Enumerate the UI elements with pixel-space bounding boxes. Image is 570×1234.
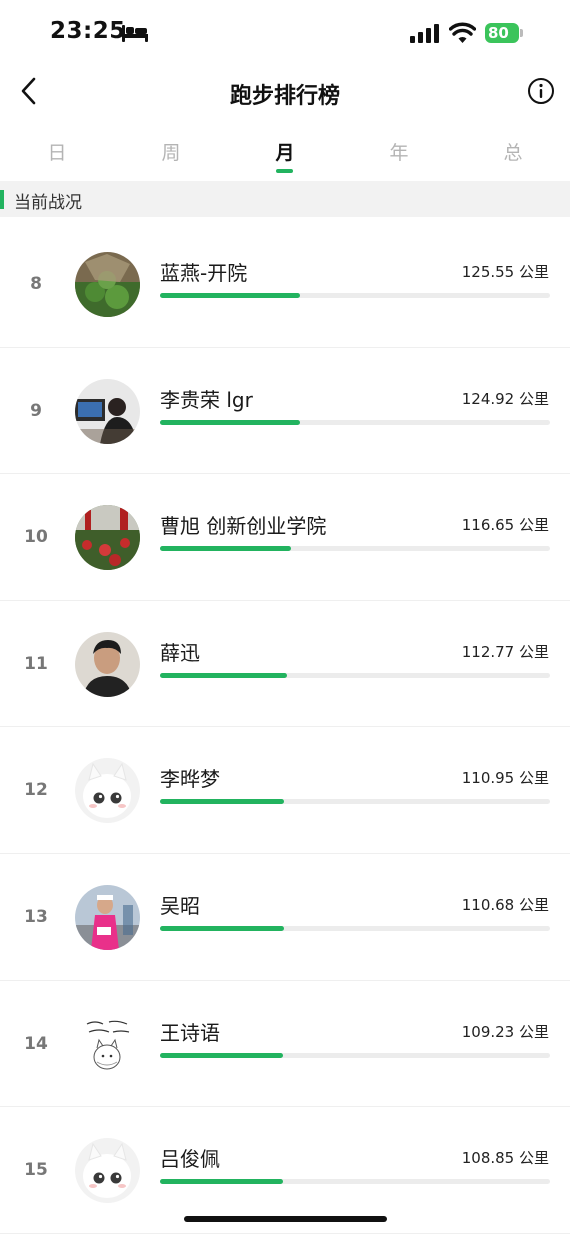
ranking-row[interactable]: 9 李贵荣 lgr 124.92 公里 [0, 348, 570, 475]
ranking-row[interactable]: 11 薛迅 112.77 公里 [0, 601, 570, 728]
section-title: 当前战况 [14, 193, 82, 213]
user-name: 李晔梦 [160, 767, 220, 792]
runner-photo-avatar[interactable] [75, 884, 140, 950]
rank-number: 14 [24, 1033, 48, 1054]
distance-value: 112.77 公里 [461, 642, 549, 661]
period-tabs: 日 周 月 年 总 [0, 128, 570, 180]
distance-value: 124.92 公里 [461, 389, 549, 408]
battery-indicator: 80 [485, 23, 523, 43]
user-name: 曹旭 创新创业学院 [160, 514, 327, 539]
rank-number: 15 [24, 1160, 48, 1181]
progress-fill [160, 672, 287, 678]
ranking-row[interactable]: 8 蓝燕-开院 125.55 公里 [0, 221, 570, 348]
progress-fill [160, 1179, 283, 1185]
rank-number: 13 [24, 906, 48, 927]
progress-fill [160, 546, 291, 552]
section-accent-bar [0, 190, 4, 209]
user-name: 吴昭 [160, 893, 200, 918]
office-photo-avatar[interactable] [75, 378, 140, 444]
rank-number: 10 [24, 527, 48, 548]
active-tab-indicator [276, 169, 293, 173]
user-name: 王诗语 [160, 1020, 220, 1045]
progress-track [160, 1179, 550, 1185]
tab-year[interactable]: 年 [342, 138, 456, 165]
default-cartoon-avatar[interactable] [75, 1138, 140, 1204]
ranking-row[interactable]: 10 曹旭 创新创业学院 116.65 公里 [0, 474, 570, 601]
ranking-list: 8 蓝燕-开院 125.55 公里 9 李贵荣 lgr 124.92 公里 10 曹旭 创新创… [0, 221, 570, 1234]
rank-number: 9 [30, 400, 42, 421]
battery-level: 80 [488, 24, 509, 42]
progress-fill [160, 293, 301, 298]
progress-track [160, 293, 550, 298]
user-name: 蓝燕-开院 [160, 261, 248, 285]
status-bar: 23:25 80 [0, 0, 570, 66]
wifi-icon [449, 22, 476, 43]
tab-day[interactable]: 日 [0, 138, 114, 165]
rank-number: 11 [24, 653, 48, 674]
progress-fill [160, 925, 285, 931]
tab-month[interactable]: 月 [228, 138, 342, 165]
flowerbed-photo-avatar[interactable] [75, 505, 140, 571]
tab-total[interactable]: 总 [456, 138, 570, 165]
progress-fill [160, 419, 301, 425]
portrait-photo-avatar[interactable] [75, 631, 140, 697]
progress-track [160, 925, 550, 931]
progress-fill [160, 1052, 283, 1058]
ranking-row[interactable]: 15 吕俊佩 108.85 公里 [0, 1107, 570, 1234]
section-header: 当前战况 [0, 181, 570, 217]
distance-value: 110.95 公里 [461, 769, 549, 788]
progress-fill [160, 799, 285, 805]
page-title: 跑步排行榜 [229, 84, 340, 109]
progress-track [160, 419, 550, 425]
navigation-bar: 跑步排行榜 [0, 66, 570, 118]
sleep-mode-icon [122, 25, 148, 42]
home-indicator [184, 1216, 387, 1222]
distance-value: 110.68 公里 [461, 895, 549, 914]
distance-value: 116.65 公里 [461, 516, 549, 535]
user-name: 薛迅 [160, 640, 200, 665]
tab-week[interactable]: 周 [114, 138, 228, 165]
rank-number: 8 [30, 274, 42, 294]
progress-track [160, 546, 550, 552]
ranking-row[interactable]: 14 王诗语 109.23 公里 [0, 981, 570, 1108]
user-name: 李贵荣 lgr [160, 387, 253, 412]
sketch-cat-avatar[interactable] [75, 1011, 140, 1077]
rank-number: 12 [24, 780, 48, 801]
info-icon[interactable] [527, 77, 555, 105]
progress-track [160, 672, 550, 678]
progress-track [160, 799, 550, 805]
cellular-signal-icon [410, 24, 439, 43]
ranking-row[interactable]: 12 李晔梦 110.95 公里 [0, 727, 570, 854]
distance-value: 109.23 公里 [461, 1022, 549, 1041]
user-name: 吕俊佩 [160, 1147, 220, 1172]
ranking-row[interactable]: 13 吴昭 110.68 公里 [0, 854, 570, 981]
status-time: 23:25 [50, 18, 126, 44]
default-cartoon-avatar[interactable] [75, 758, 140, 824]
distance-value: 108.85 公里 [461, 1149, 549, 1168]
battery-tip [520, 29, 523, 37]
garden-photo-avatar[interactable] [75, 252, 140, 317]
distance-value: 125.55 公里 [461, 263, 549, 281]
progress-track [160, 1052, 550, 1058]
